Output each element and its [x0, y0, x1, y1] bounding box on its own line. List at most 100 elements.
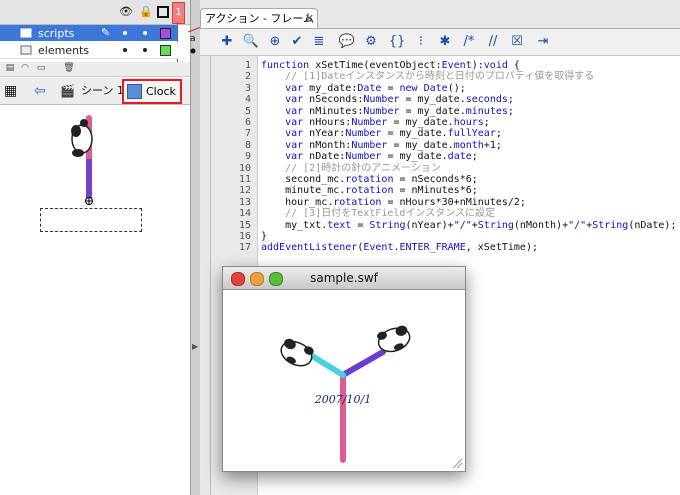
window-title: sample.swf	[310, 271, 378, 285]
layer-color-swatch[interactable]	[160, 28, 171, 39]
date-text: 2007/10/1	[314, 393, 372, 406]
show-code-hint-icon[interactable]: 💬	[338, 33, 356, 51]
line-number: 6	[244, 117, 251, 128]
line-number: 1	[244, 60, 251, 71]
timeline-panel: 👁 🔒 1 scripts ✎ elements ▤ ◠ ▭ 🗑 ▦ ⇦ 🎬 シ…	[0, 0, 190, 495]
tab-label: アクション - フレーム	[205, 12, 315, 25]
eye-icon[interactable]: 👁	[119, 5, 133, 18]
delete-layer-icon[interactable]: 🗑	[63, 63, 75, 74]
code-line[interactable]: var my_date:Date = new Date();	[261, 83, 466, 94]
back-arrow-icon[interactable]: ⇦	[34, 82, 46, 100]
pencil-icon[interactable]: ✎	[101, 26, 110, 39]
motion-guide-icon[interactable]: ◠	[19, 63, 31, 74]
line-number: 2	[244, 71, 251, 83]
auto-format-icon[interactable]: ≣	[310, 33, 328, 51]
layer-tools-bar: ▤ ◠ ▭ 🗑	[0, 62, 190, 77]
layer-row-elements[interactable]: elements	[0, 42, 178, 59]
collapse-braces-icon[interactable]: {}	[388, 33, 406, 51]
scene-label[interactable]: シーン 1	[81, 82, 124, 100]
code-line[interactable]: var nSeconds:Number = my_date.seconds;	[261, 94, 514, 105]
line-number: 16	[238, 231, 251, 242]
line-number: 10	[238, 162, 251, 174]
line-number: 14	[238, 208, 251, 220]
remove-comment-icon[interactable]: ☒	[508, 33, 526, 51]
code-line[interactable]: var nYear:Number = my_date.fullYear;	[261, 128, 502, 139]
outline-icon[interactable]	[157, 6, 169, 18]
line-number: 8	[244, 139, 251, 151]
code-line[interactable]: my_txt.text = String(nYear)+"/"+String(n…	[261, 220, 676, 231]
layer-icon	[20, 28, 32, 38]
line-number: 5	[244, 105, 251, 117]
movieclip-icon	[127, 84, 142, 99]
code-line[interactable]: var nMinutes:Number = my_date.minutes;	[261, 106, 514, 117]
clock-animation	[280, 325, 411, 463]
textfield-bounding-box[interactable]	[40, 208, 142, 232]
layer-row-scripts[interactable]: scripts ✎	[0, 25, 178, 41]
check-syntax-icon[interactable]: ✔	[288, 33, 306, 51]
code-line[interactable]: // [3]日付をTextFieldインスタンスに設定	[261, 208, 495, 219]
visibility-dot[interactable]	[123, 48, 127, 52]
debug-options-icon[interactable]: ⚙	[362, 33, 380, 51]
line-number: 4	[244, 94, 251, 106]
show-hide-toolbox-icon[interactable]: ⇥	[534, 33, 552, 51]
code-line[interactable]: second_mc.rotation = nSeconds*6;	[261, 174, 478, 185]
expand-all-icon[interactable]: ✱	[436, 33, 454, 51]
collapse-arrow-icon[interactable]: ▶	[192, 338, 198, 356]
line-number: 3	[244, 82, 251, 94]
swf-preview-window: sample.swf 2007/10/1	[222, 266, 466, 472]
apply-block-comment-icon[interactable]: /*	[460, 33, 478, 51]
window-titlebar[interactable]: sample.swf	[223, 267, 465, 290]
scene-icon: 🎬	[60, 84, 75, 98]
symbol-breadcrumb-clock[interactable]: Clock	[122, 79, 182, 104]
actions-toolbar: ✚ 🔍 ⊕ ✔ ≣ 💬 ⚙ {} ⁝ ✱ /* // ☒ ⇥	[200, 28, 680, 56]
clock-symbol-preview[interactable]	[62, 109, 112, 209]
code-line[interactable]: addEventListener(Event.ENTER_FRAME, xSet…	[261, 242, 538, 253]
minute-hand-preview	[86, 159, 92, 199]
insert-target-path-icon[interactable]: ⊕	[266, 33, 284, 51]
find-icon[interactable]: 🔍	[242, 33, 260, 51]
apply-line-comment-icon[interactable]: //	[484, 33, 502, 51]
lock-dot[interactable]	[143, 48, 147, 52]
stage[interactable]	[0, 105, 190, 495]
resize-grip-icon[interactable]	[451, 457, 463, 469]
layer-name: elements	[38, 44, 90, 57]
code-line[interactable]: hour_mc.rotation = nHours*30+nMinutes/2;	[261, 197, 526, 208]
code-line[interactable]: var nHours:Number = my_date.hours;	[261, 117, 490, 128]
swf-content: 2007/10/1	[223, 290, 465, 470]
minute-hand	[340, 349, 386, 378]
code-line[interactable]: // [1]Dateインスタンスから時刻と日付のプロパティ値を取得する	[261, 71, 594, 82]
close-icon[interactable]: ✕	[305, 9, 314, 29]
layer-name: scripts	[38, 27, 75, 40]
symbol-label: Clock	[146, 85, 176, 98]
layer-color-swatch[interactable]	[160, 45, 171, 56]
visibility-dot[interactable]	[123, 31, 127, 35]
lock-dot[interactable]	[143, 31, 147, 35]
line-number: 11	[238, 174, 251, 185]
collapse-selection-icon[interactable]: ⁝	[412, 33, 430, 51]
timeline-toggle-icon[interactable]: ▦	[4, 82, 17, 100]
line-number: 13	[238, 196, 251, 208]
tab-actions-frame[interactable]: アクション - フレーム ✕	[200, 8, 318, 28]
layer-icon	[20, 45, 32, 55]
frame-number[interactable]: 1	[172, 2, 185, 24]
edit-bar: ▦ ⇦ 🎬 シーン 1 Clock	[0, 78, 190, 105]
line-number: 17	[238, 242, 251, 254]
new-layer-icon[interactable]: ▤	[4, 63, 16, 74]
code-line[interactable]: // [2]時計の針のアニメーション	[261, 163, 441, 174]
code-line[interactable]: var nMonth:Number = my_date.month+1;	[261, 140, 502, 151]
line-number: 7	[244, 128, 251, 140]
code-line[interactable]: }	[261, 231, 267, 242]
code-line[interactable]: var nDate:Number = my_date.date;	[261, 151, 478, 162]
code-line[interactable]: minute_mc.rotation = nMinutes*6;	[261, 185, 478, 196]
lock-icon[interactable]: 🔒	[139, 5, 153, 18]
timeline-header: 👁 🔒 1	[0, 0, 190, 25]
line-number: 15	[238, 219, 251, 231]
second-hand	[306, 351, 346, 378]
new-folder-icon[interactable]: ▭	[35, 63, 47, 74]
svg-text:a: a	[190, 34, 196, 44]
line-number: 9	[244, 151, 251, 163]
add-statement-icon[interactable]: ✚	[218, 33, 236, 51]
code-line[interactable]: function xSetTime(eventObject:Event):voi…	[261, 60, 520, 71]
panda-left	[280, 338, 314, 367]
line-number: 12	[238, 185, 251, 197]
